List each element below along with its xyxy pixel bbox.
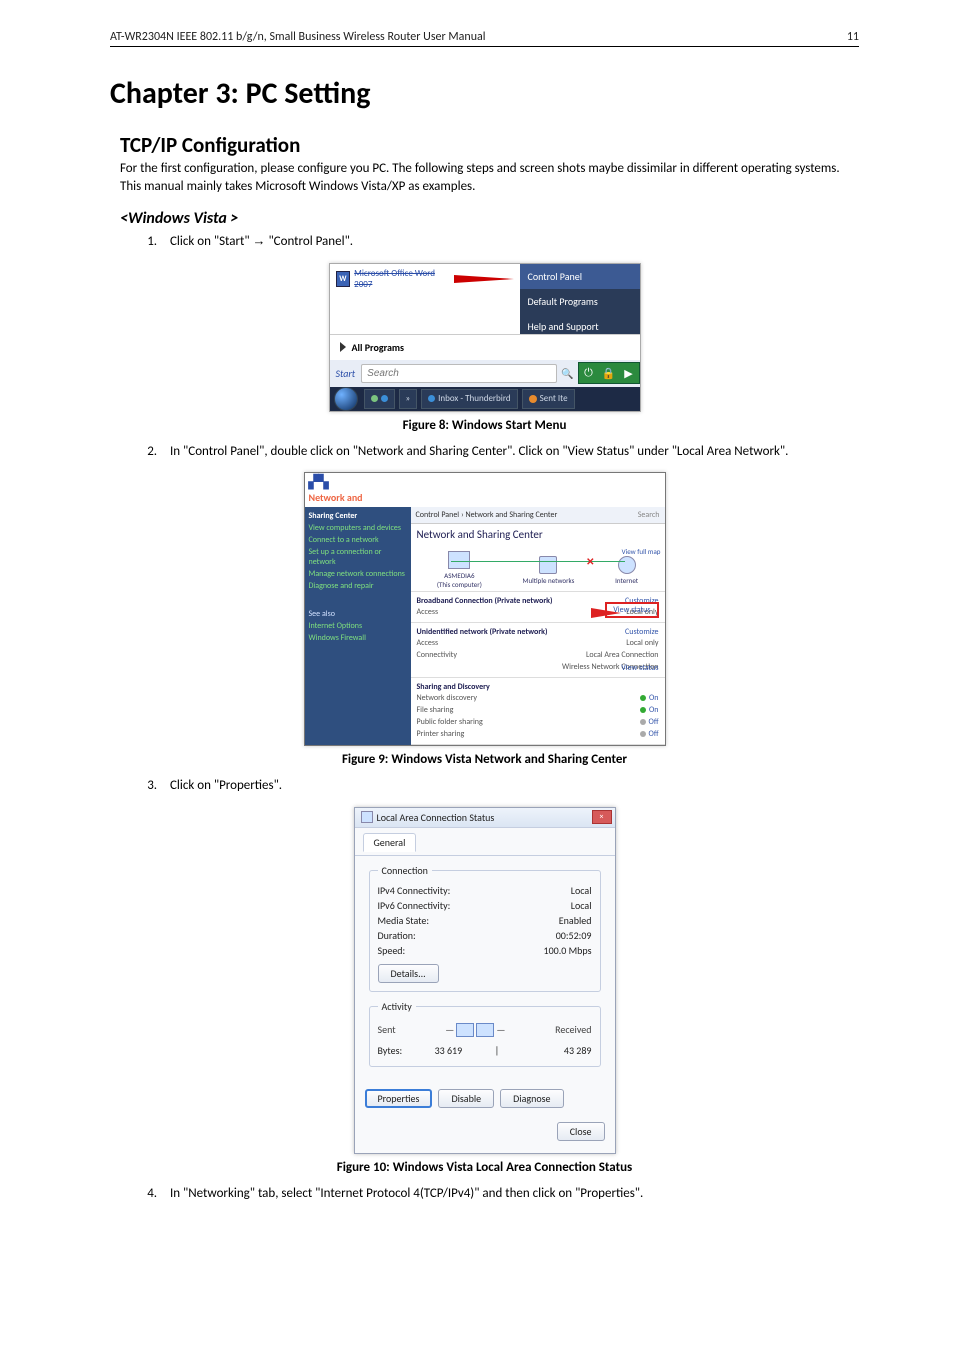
view-full-map-link[interactable]: View full map (622, 547, 661, 556)
taskbar-divider: » (399, 389, 418, 409)
activity-group: Activity Sent —— Received Bytes: 33 619 … (369, 1000, 601, 1067)
figure-9: ▞▚Network and Sharing Center View comput… (110, 472, 859, 767)
word-icon: W (336, 271, 351, 287)
pc-icon (448, 551, 470, 569)
tasks-sidebar: Sharing Center View computers and device… (305, 507, 411, 745)
start-label: Start (330, 363, 358, 384)
chevron-right-icon[interactable]: ▶ (619, 363, 639, 383)
taskbar-quicklaunch[interactable] (364, 389, 395, 409)
sharing-and-discovery: Sharing and Discovery Network discoveryO… (411, 678, 665, 745)
view-status-link[interactable]: View status (605, 602, 658, 618)
task-link[interactable]: Connect to a network (309, 535, 407, 545)
callout-arrow-icon (454, 275, 514, 283)
dialog-titlebar: Local Area Connection Status × (355, 808, 615, 828)
taskbar-inbox[interactable]: Inbox - Thunderbird (421, 389, 517, 409)
steps-list-2: In "Control Panel", double click on "Net… (120, 443, 849, 461)
task-link[interactable]: Windows Firewall (309, 633, 407, 643)
lan-status-dialog: Local Area Connection Status × General C… (354, 807, 616, 1154)
tab-general[interactable]: General (363, 833, 417, 852)
chapter-title: Chapter 3: PC Setting (110, 75, 859, 112)
task-link[interactable]: Manage network connections (309, 569, 407, 579)
lock-icon[interactable]: 🔒 (599, 363, 619, 383)
page-title: Network and Sharing Center (411, 524, 665, 545)
connection-broadband: Broadband Connection (Private network) C… (411, 592, 665, 623)
header-page-number: 11 (847, 30, 859, 44)
steps-list: Click on "Start" → "Control Panel". (120, 232, 849, 251)
activity-icon: —— (445, 1023, 505, 1037)
start-menu-default-programs[interactable]: Default Programs (520, 289, 640, 314)
task-link[interactable]: Set up a connection or network (309, 547, 407, 567)
task-link[interactable]: View computers and devices (309, 523, 407, 533)
running-header: AT-WR2304N IEEE 802.11 b/g/n, Small Busi… (110, 30, 859, 47)
disable-button[interactable]: Disable (438, 1089, 494, 1108)
customize-link[interactable]: Customize (625, 627, 659, 637)
header-left: AT-WR2304N IEEE 802.11 b/g/n, Small Busi… (110, 30, 486, 44)
close-button[interactable]: Close (557, 1122, 605, 1141)
vendor-logo: ▞▚Network and (305, 473, 665, 507)
start-search-input[interactable] (361, 364, 557, 383)
arrow-icon: → (253, 233, 266, 248)
network-sharing-center-mock: ▞▚Network and Sharing Center View comput… (304, 472, 666, 746)
subsection-title: <Windows Vista > (120, 209, 859, 228)
network-icon (361, 811, 373, 823)
steps-list-3: Click on "Properties". (120, 777, 849, 795)
taskbar: » Inbox - Thunderbird Sent Ite (330, 387, 640, 411)
figure-9-caption: Figure 9: Windows Vista Network and Shar… (110, 752, 859, 767)
taskbar-sent[interactable]: Sent Ite (522, 389, 575, 409)
task-link[interactable]: Diagnose and repair (309, 581, 407, 591)
figure-10-caption: Figure 10: Windows Vista Local Area Conn… (110, 1160, 859, 1175)
breadcrumb[interactable]: Control Panel › Network and Sharing Cent… (411, 507, 665, 524)
start-menu-mock: W Microsoft Office Word 2007 Control Pan… (329, 263, 641, 412)
close-icon[interactable]: × (592, 810, 612, 824)
globe-icon (618, 556, 636, 574)
start-menu-help-support[interactable]: Help and Support (520, 314, 640, 339)
disconnect-icon: ✕ (586, 555, 594, 568)
step-3: Click on "Properties". (160, 777, 849, 795)
step-2: In "Control Panel", double click on "Net… (160, 443, 849, 461)
intro-paragraph: For the first configuration, please conf… (120, 160, 849, 195)
steps-list-4: In "Networking" tab, select "Internet Pr… (120, 1185, 849, 1203)
connection-unidentified: Unidentified network (Private network) C… (411, 623, 665, 678)
start-orb-icon[interactable] (334, 387, 358, 411)
step-1: Click on "Start" → "Control Panel". (160, 232, 849, 251)
diagnose-button[interactable]: Diagnose (500, 1089, 563, 1108)
properties-button[interactable]: Properties (365, 1089, 433, 1108)
step-4: In "Networking" tab, select "Internet Pr… (160, 1185, 849, 1203)
task-link[interactable]: Internet Options (309, 621, 407, 631)
triangle-icon (340, 342, 346, 352)
start-menu-control-panel[interactable]: Control Panel (520, 264, 640, 289)
power-buttons: ⏻ 🔒 ▶ (578, 362, 640, 384)
network-map: View full map ✕ ASMEDIA6(This computer) … (411, 545, 665, 592)
figure-10: Local Area Connection Status × General C… (110, 807, 859, 1175)
word-label: Microsoft Office Word 2007 (354, 268, 445, 290)
network-icon (539, 556, 557, 574)
section-title: TCP/IP Configuration (120, 132, 859, 158)
details-button[interactable]: Details... (378, 964, 439, 983)
view-status-link[interactable]: View status (621, 663, 658, 673)
search-icon[interactable]: 🔍 (561, 367, 573, 380)
figure-8: W Microsoft Office Word 2007 Control Pan… (110, 263, 859, 433)
connection-group: Connection IPv4 Connectivity:Local IPv6 … (369, 864, 601, 992)
figure-8-caption: Figure 8: Windows Start Menu (110, 418, 859, 433)
power-icon[interactable]: ⏻ (579, 363, 599, 383)
